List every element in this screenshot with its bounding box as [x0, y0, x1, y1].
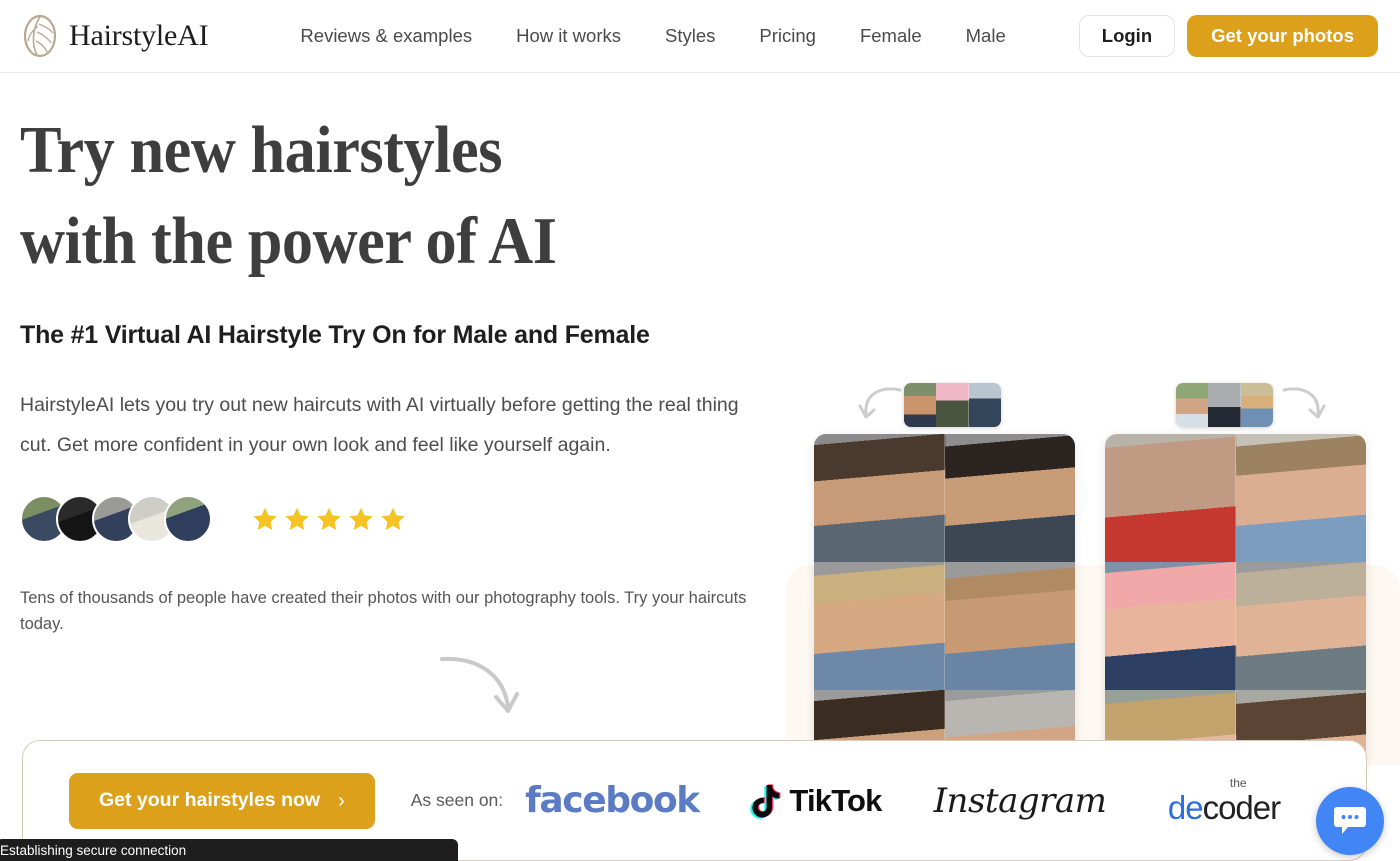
nav-links: Reviews & examples How it works Styles P…	[278, 25, 1027, 47]
tiktok-note-icon	[750, 783, 781, 819]
as-seen-on-label: As seen on:	[410, 790, 504, 810]
decoder-coder: coder	[1202, 789, 1282, 826]
thumbnail	[936, 383, 969, 427]
hero-photo-collage	[780, 370, 1400, 770]
instagram-wordmark: Instagram	[933, 780, 1107, 821]
thumbnail	[968, 383, 1001, 427]
star-icon	[285, 507, 309, 531]
photo-cell	[944, 562, 1075, 690]
logo-instagram: Instagram	[918, 781, 1122, 821]
hero-body-text: HairstyleAI lets you try out new haircut…	[20, 394, 739, 456]
chevron-right-icon: ›	[338, 789, 345, 812]
tiktok-wordmark: TikTok	[789, 782, 882, 818]
male-hairstyle-grid[interactable]	[814, 434, 1075, 770]
get-your-photos-button[interactable]: Get your photos	[1187, 14, 1378, 58]
logo-decoder: the decoder	[1122, 777, 1326, 824]
star-icon	[253, 507, 277, 531]
page-root: HairstyleAI Reviews & examples How it wo…	[0, 0, 1400, 861]
chat-bubble-icon	[1334, 807, 1366, 834]
thumbnail-strip-female[interactable]	[1176, 383, 1273, 427]
get-your-hairstyles-now-button[interactable]: Get your hairstyles now ›	[69, 772, 375, 829]
photo-cell	[1235, 434, 1366, 562]
nav-link-styles[interactable]: Styles	[643, 25, 737, 47]
leaf-logo-icon	[23, 14, 57, 58]
photo-cell	[814, 434, 945, 562]
nav-link-pricing[interactable]: Pricing	[737, 25, 838, 47]
photo-cell	[1105, 434, 1236, 562]
top-navigation-bar: HairstyleAI Reviews & examples How it wo…	[0, 0, 1400, 73]
thumbnail	[1176, 383, 1209, 427]
avatar	[164, 495, 212, 543]
login-button[interactable]: Login	[1078, 14, 1176, 58]
nav-link-female[interactable]: Female	[838, 25, 944, 47]
press-logos: facebook TikTok Instagram the decoder	[510, 777, 1326, 824]
decoder-the-label: the	[1229, 776, 1247, 790]
cta-button-label: Get your hairstyles now	[99, 788, 321, 811]
star-icon	[381, 507, 405, 531]
thumbnail-strip-male[interactable]	[904, 383, 1001, 427]
facebook-wordmark: facebook	[525, 780, 700, 821]
avatar-group	[20, 495, 212, 543]
rating-stars	[252, 506, 406, 532]
headline-line-1: Try new hairstyles	[20, 113, 502, 187]
status-toast-text: Establishing secure connection	[0, 842, 187, 858]
curved-arrow-right-icon	[1282, 387, 1326, 419]
photo-cell	[814, 562, 945, 690]
hero-text-column: Try new hairstyles with the power of AI …	[20, 105, 765, 713]
curved-down-arrow-icon	[440, 656, 519, 713]
hero-small-copy: Tens of thousands of people have created…	[20, 589, 747, 633]
star-icon	[349, 507, 373, 531]
thumbnail	[1208, 383, 1241, 427]
social-proof-row	[20, 495, 765, 543]
photo-cell	[944, 434, 1075, 562]
female-hairstyle-grid[interactable]	[1105, 434, 1366, 770]
chat-widget-button[interactable]	[1316, 787, 1384, 855]
page-title: Try new hairstyles with the power of AI	[20, 105, 713, 287]
status-toast: Establishing secure connection	[0, 839, 458, 861]
nav-actions: Login Get your photos	[1078, 14, 1378, 58]
photo-cell	[1235, 562, 1366, 690]
thumbnail	[904, 383, 937, 427]
logo-tiktok: TikTok	[714, 783, 918, 819]
brand-logo[interactable]: HairstyleAI	[20, 14, 209, 58]
thumbnail	[1240, 383, 1273, 427]
decoder-wordmark: decoder	[1167, 789, 1282, 826]
photo-cell	[1105, 562, 1236, 690]
nav-link-male[interactable]: Male	[944, 25, 1028, 47]
hero-subheadline: The #1 Virtual AI Hairstyle Try On for M…	[20, 321, 650, 349]
star-icon	[317, 507, 341, 531]
nav-link-how-it-works[interactable]: How it works	[494, 25, 643, 47]
decoder-de: de	[1167, 789, 1204, 826]
nav-link-reviews[interactable]: Reviews & examples	[278, 25, 494, 47]
logo-facebook: facebook	[510, 780, 714, 821]
brand-name: HairstyleAI	[69, 19, 209, 52]
curved-arrow-left-icon	[858, 387, 902, 419]
headline-line-2: with the power of AI	[20, 204, 557, 278]
